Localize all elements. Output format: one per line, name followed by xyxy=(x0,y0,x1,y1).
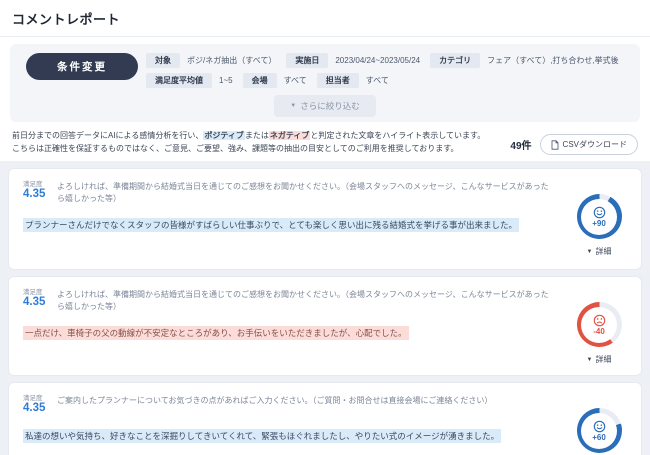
chevron-down-icon: ▼ xyxy=(290,103,297,109)
filter-chip-target: 対象 ポジ/ネガ抽出（すべて） xyxy=(146,53,276,68)
detail-toggle[interactable]: ▼ 詳細 xyxy=(587,354,612,365)
page-header: コメントレポート xyxy=(0,0,650,37)
notice-text: と判定された文章をハイライト表示しています。 xyxy=(310,131,486,140)
filter-label: 担当者 xyxy=(316,73,359,88)
comment-card: 満足度 4.35 よろしければ、準備期間から結婚式当日を通じてのご感想をお聞かせ… xyxy=(8,168,642,270)
satisfaction-value: 4.35 xyxy=(23,402,46,414)
filter-label: カテゴリ xyxy=(430,53,481,68)
sentiment-gauge: -40 xyxy=(576,302,622,347)
result-count: 49件 xyxy=(510,141,532,152)
chevron-down-icon: ▼ xyxy=(586,248,593,255)
detail-label: 詳細 xyxy=(595,355,612,364)
filter-value: すべて xyxy=(283,76,307,85)
smiley-face-icon xyxy=(593,206,606,219)
filter-panel: 条件変更 対象 ポジ/ネガ抽出（すべて） 実施日 2023/04/24~2023… xyxy=(10,44,640,122)
satisfaction-value: 4.35 xyxy=(23,188,46,200)
filter-value: 2023/04/24~2023/05/24 xyxy=(335,56,421,65)
answer-text: 一点だけ、車椅子の父の動線が不安定なところがあり、お手伝いをいただきましたが、心… xyxy=(23,326,409,341)
satisfaction-label: 満足度 xyxy=(23,289,43,296)
sentiment-score: +60 xyxy=(592,432,606,442)
change-conditions-button[interactable]: 条件変更 xyxy=(26,53,138,80)
filter-value: 1~5 xyxy=(219,76,233,85)
satisfaction-label: 満足度 xyxy=(23,395,43,402)
page-title: コメントレポート xyxy=(12,12,121,27)
filter-chip-satisfaction-avg: 満足度平均値 1~5 xyxy=(146,73,233,88)
notice-bar: 前日分までの回答データにAIによる感情分析を行い、ポジティブまたはネガティブと判… xyxy=(0,122,650,161)
csv-download-button[interactable]: CSVダウンロード xyxy=(539,134,638,155)
refine-more-button[interactable]: ▼ さらに絞り込む xyxy=(274,95,376,117)
ai-analysis-notice: 前日分までの回答データにAIによる感情分析を行い、ポジティブまたはネガティブと判… xyxy=(12,130,510,155)
question-text: よろしければ、準備期間から結婚式当日を通じてのご感想をお聞かせください。（会場ス… xyxy=(57,182,549,203)
satisfaction-label: 満足度 xyxy=(23,181,43,188)
filter-label: 会場 xyxy=(242,73,277,88)
sentiment-gauge: +60 xyxy=(576,408,622,453)
positive-highlight-sample: ポジティブ xyxy=(203,131,245,140)
satisfaction-block: 満足度 4.35 xyxy=(23,392,57,415)
satisfaction-value: 4.35 xyxy=(23,296,46,308)
filter-label: 実施日 xyxy=(286,53,329,68)
answer-text: プランナーさんだけでなくスタッフの皆様がすばらしい仕事ぶりで、とても楽しく思い出… xyxy=(23,218,519,233)
detail-label: 詳細 xyxy=(595,247,612,256)
filter-chip-date: 実施日 2023/04/24~2023/05/24 xyxy=(286,53,420,68)
comment-card: 満足度 4.35 よろしければ、準備期間から結婚式当日を通じてのご感想をお聞かせ… xyxy=(8,276,642,376)
negative-highlight-sample: ネガティブ xyxy=(268,131,311,140)
refine-more-label: さらに絞り込む xyxy=(300,101,360,111)
filter-label: 対象 xyxy=(146,53,180,68)
filter-chip-category: カテゴリ フェア（すべて）,打ち合わせ,挙式後 xyxy=(430,53,619,68)
filter-chip-staff: 担当者 すべて xyxy=(316,73,389,88)
document-icon xyxy=(551,139,559,150)
satisfaction-block: 満足度 4.35 xyxy=(23,178,57,201)
satisfaction-block: 満足度 4.35 xyxy=(23,286,57,309)
comment-card: 満足度 4.35 ご案内したプランナーについてお気づきの点があればご入力ください… xyxy=(8,382,642,455)
comment-list: 満足度 4.35 よろしければ、準備期間から結婚式当日を通じてのご感想をお聞かせ… xyxy=(0,161,650,455)
sentiment-gauge: +90 xyxy=(576,194,622,239)
question-text: よろしければ、準備期間から結婚式当日を通じてのご感想をお聞かせください。（会場ス… xyxy=(57,290,549,311)
frown-face-icon xyxy=(593,314,606,327)
sentiment-score: -40 xyxy=(593,326,605,336)
filter-label: 満足度平均値 xyxy=(146,73,212,88)
notice-text-line2: こちらは正確性を保証するものではなく、ご意見、ご要望、強み、課題等の抽出の目安と… xyxy=(12,143,459,153)
answer-text: 私達の想いや気持ち、好きなことを深掘りしてきいてくれて、緊張もほぐれましたし、や… xyxy=(23,428,502,443)
filter-chip-venue: 会場 すべて xyxy=(242,73,307,88)
filter-value: フェア（すべて）,打ち合わせ,挙式後 xyxy=(487,56,619,65)
filter-value: すべて xyxy=(365,76,389,85)
detail-toggle[interactable]: ▼ 詳細 xyxy=(587,246,612,257)
csv-download-label: CSVダウンロード xyxy=(562,140,627,149)
chevron-down-icon: ▼ xyxy=(586,356,593,363)
question-text: ご案内したプランナーについてお気づきの点があればご入力ください。（ご質問・お問合… xyxy=(57,396,493,405)
filter-value: ポジ/ネガ抽出（すべて） xyxy=(187,56,277,65)
sentiment-score: +90 xyxy=(592,218,606,228)
filter-chips: 対象 ポジ/ネガ抽出（すべて） 実施日 2023/04/24~2023/05/2… xyxy=(146,51,630,88)
smiley-face-icon xyxy=(593,420,606,433)
notice-text: 前日分までの回答データにAIによる感情分析を行い、 xyxy=(12,131,204,140)
notice-text: または xyxy=(244,131,269,140)
